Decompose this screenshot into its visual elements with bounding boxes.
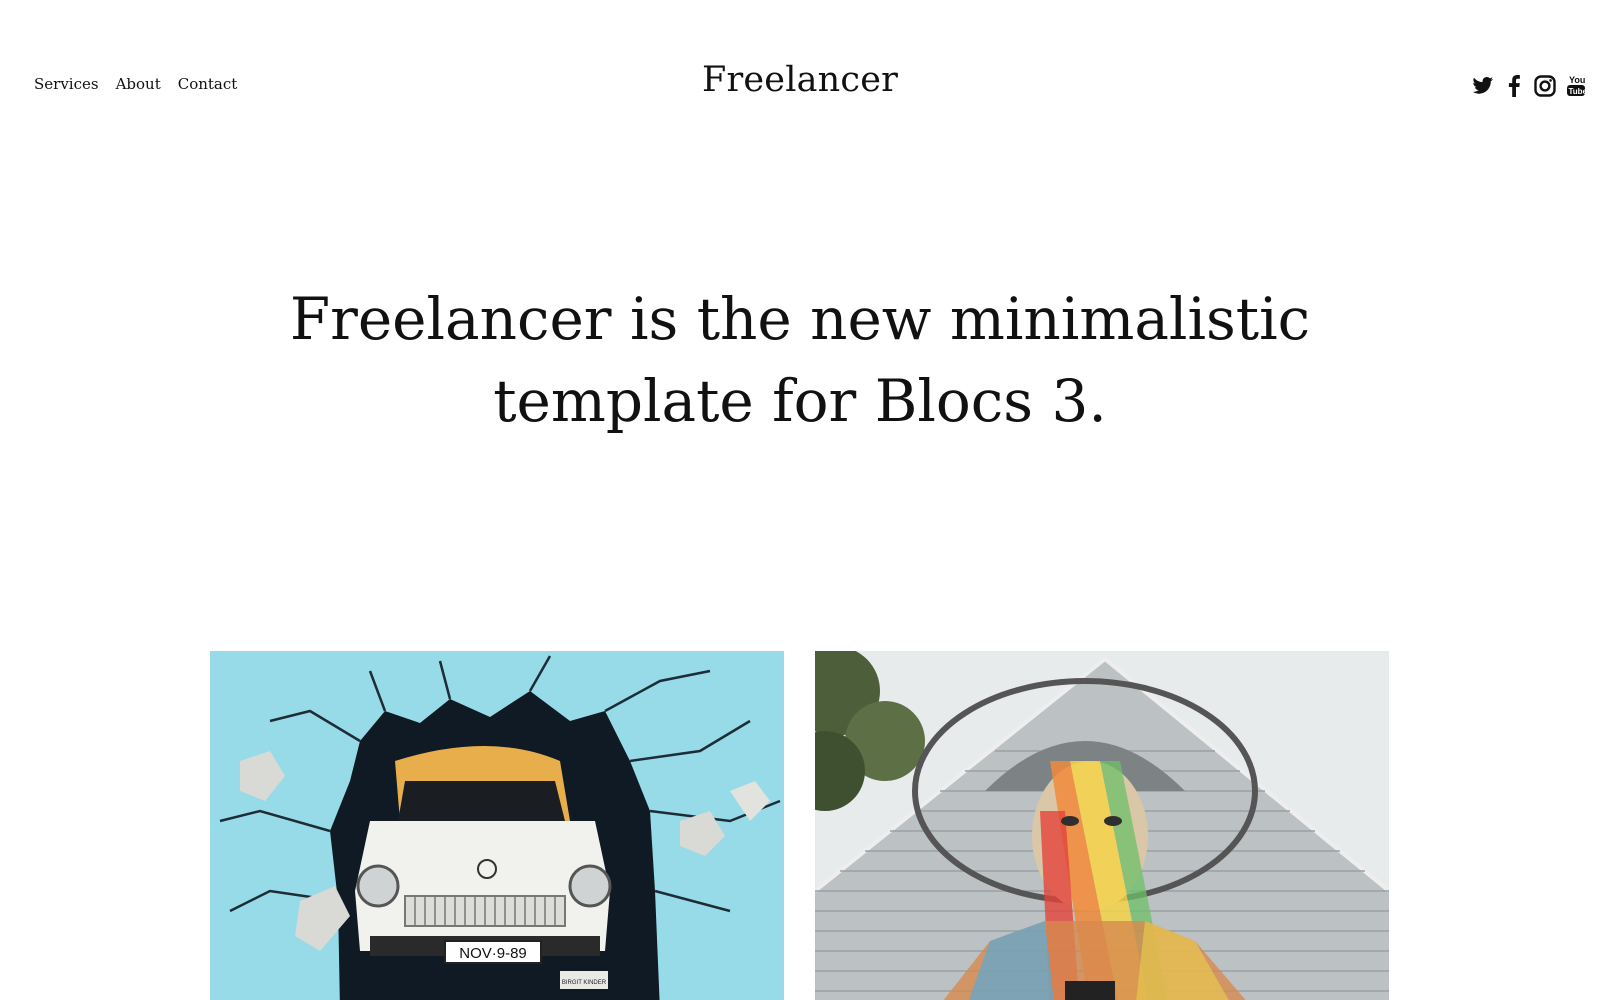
portrait-mural-image bbox=[815, 651, 1389, 1000]
social-links: You Tube bbox=[1471, 74, 1588, 98]
twitter-icon[interactable] bbox=[1471, 74, 1495, 98]
car-mural-image: NOV·9-89 BIRGIT KINDER bbox=[210, 651, 784, 1000]
gallery-card-portrait-mural[interactable] bbox=[815, 651, 1389, 1000]
image-gallery: NOV·9-89 BIRGIT KINDER bbox=[210, 651, 1389, 1000]
mural-sign-text: BIRGIT KINDER bbox=[562, 980, 607, 986]
instagram-icon[interactable] bbox=[1533, 74, 1557, 98]
hero-line-2: template for Blocs 3. bbox=[493, 367, 1107, 435]
hero-line-1: Freelancer is the new minimalistic bbox=[289, 285, 1311, 353]
brand-link[interactable]: Freelancer bbox=[702, 60, 898, 100]
plate-text: NOV·9-89 bbox=[459, 945, 527, 962]
svg-text:You: You bbox=[1569, 75, 1585, 85]
svg-text:Tube: Tube bbox=[1569, 87, 1587, 96]
hero-heading: Freelancer is the new minimalistic templ… bbox=[0, 278, 1600, 442]
youtube-icon[interactable]: You Tube bbox=[1564, 74, 1588, 98]
facebook-icon[interactable] bbox=[1502, 74, 1526, 98]
gallery-card-car-mural[interactable]: NOV·9-89 BIRGIT KINDER bbox=[210, 651, 784, 1000]
site-brand: Freelancer bbox=[0, 58, 1600, 102]
